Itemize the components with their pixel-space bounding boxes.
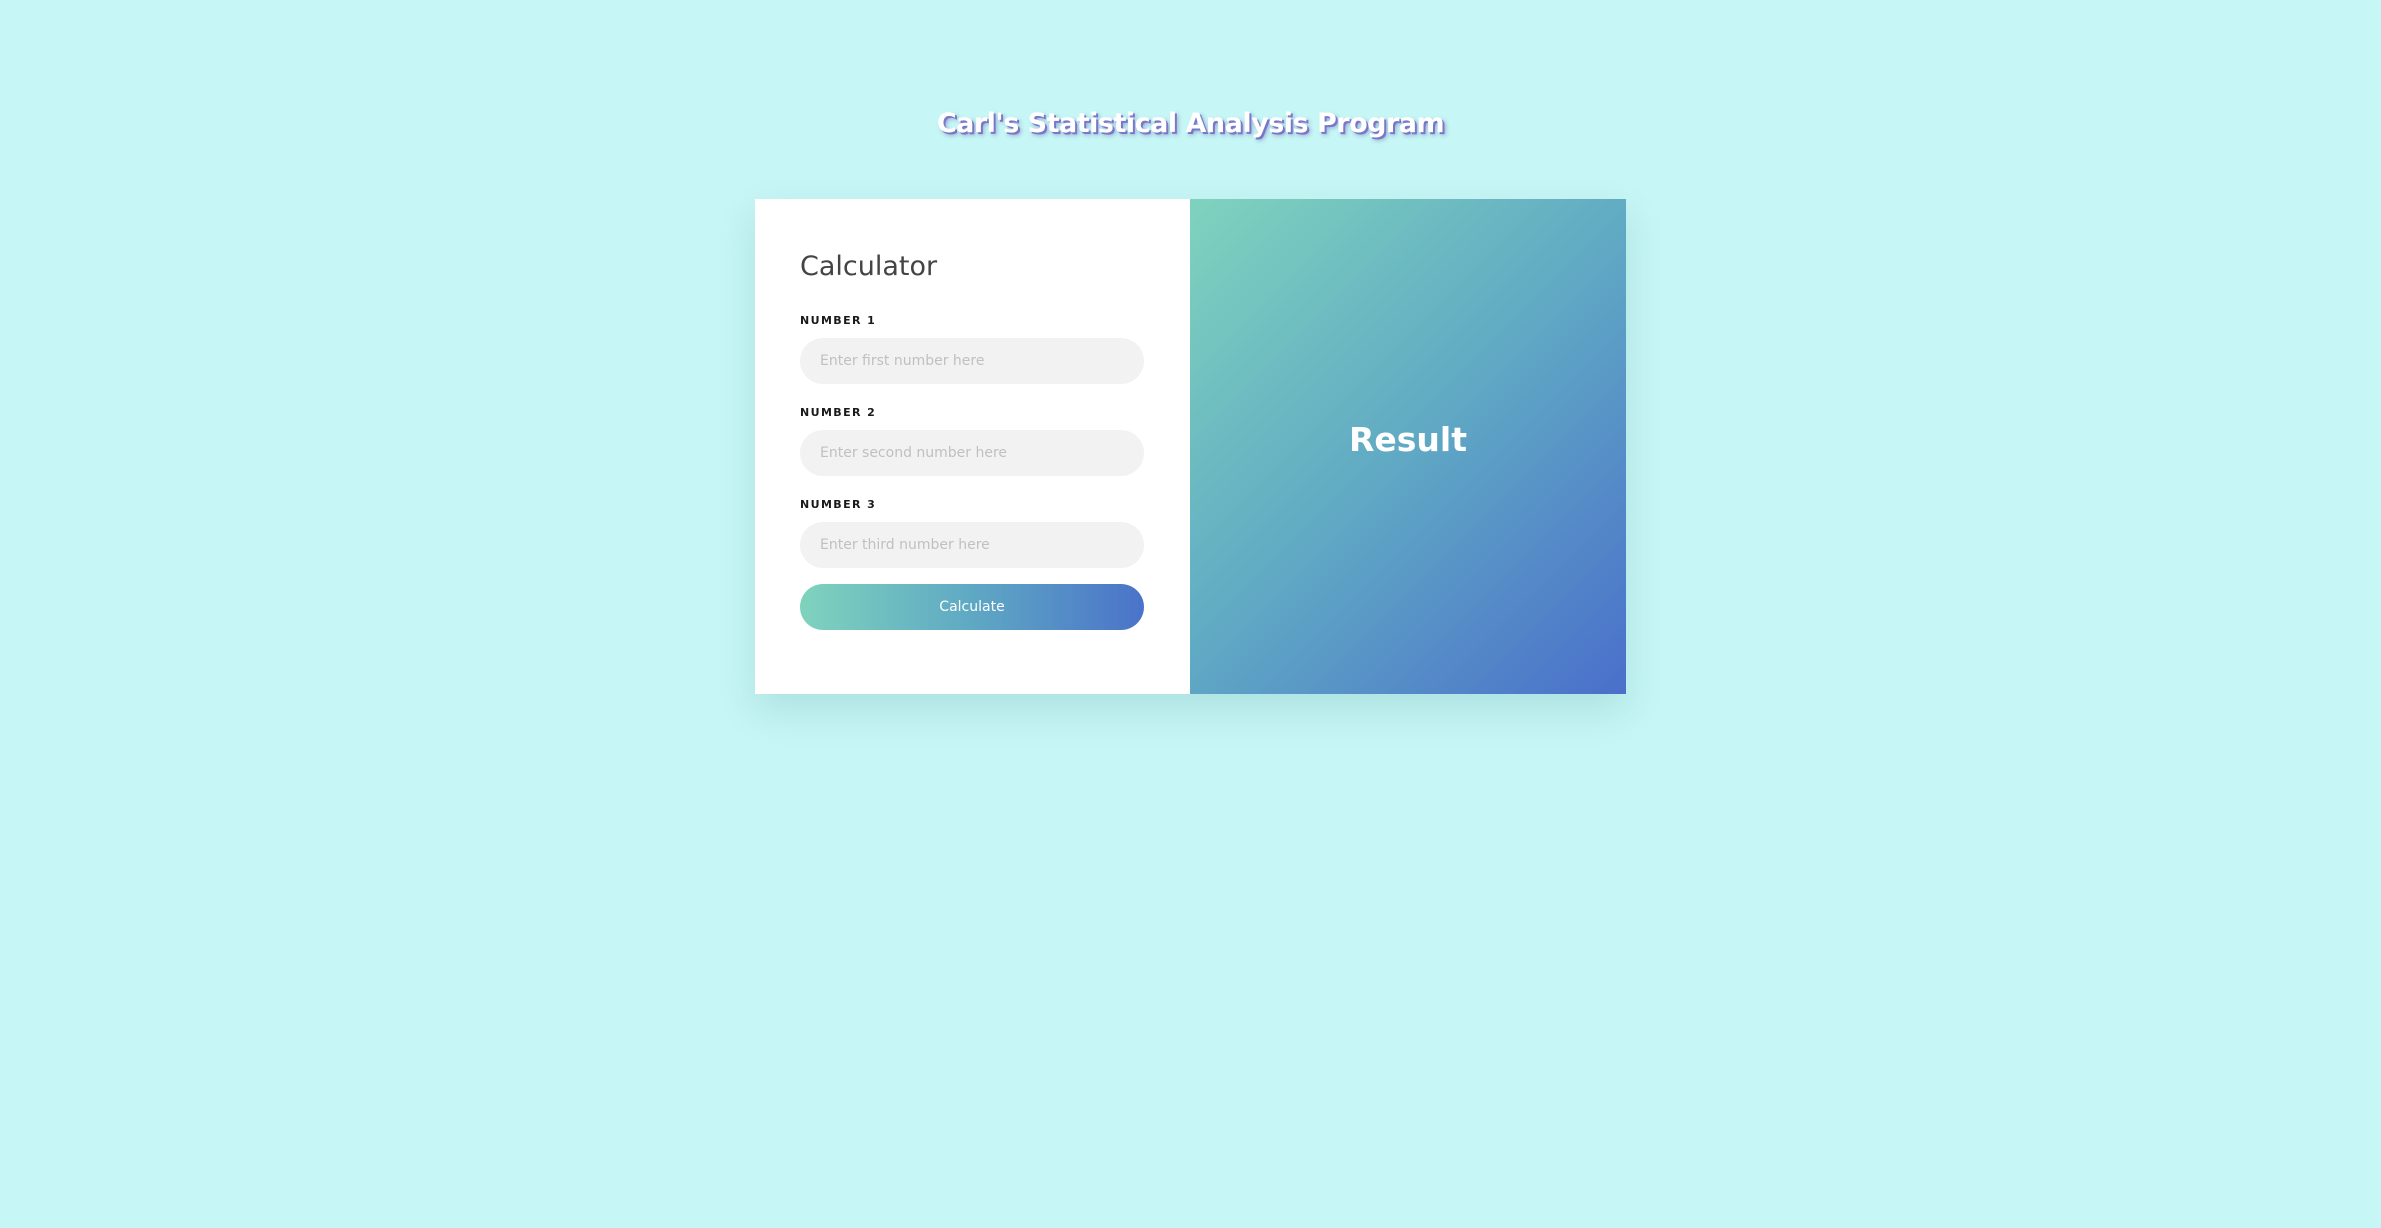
calculate-button[interactable]: Calculate (800, 584, 1144, 630)
number-1-input[interactable] (800, 338, 1144, 384)
number-2-label: NUMBER 2 (800, 406, 877, 419)
result-text: Result (1348, 419, 1467, 459)
number-3-input[interactable] (800, 522, 1144, 568)
calculator-card: Calculator NUMBER 1 NUMBER 2 NUMBER 3 Ca… (755, 199, 1626, 694)
number-1-label: NUMBER 1 (800, 314, 877, 327)
calculator-title: Calculator (800, 251, 938, 282)
result-panel: Result (1190, 199, 1626, 694)
number-2-input[interactable] (800, 430, 1144, 476)
page-title: Carl's Statistical Analysis Program (936, 108, 1445, 139)
number-3-label: NUMBER 3 (800, 498, 877, 511)
calculator-panel: Calculator NUMBER 1 NUMBER 2 NUMBER 3 Ca… (755, 199, 1190, 694)
